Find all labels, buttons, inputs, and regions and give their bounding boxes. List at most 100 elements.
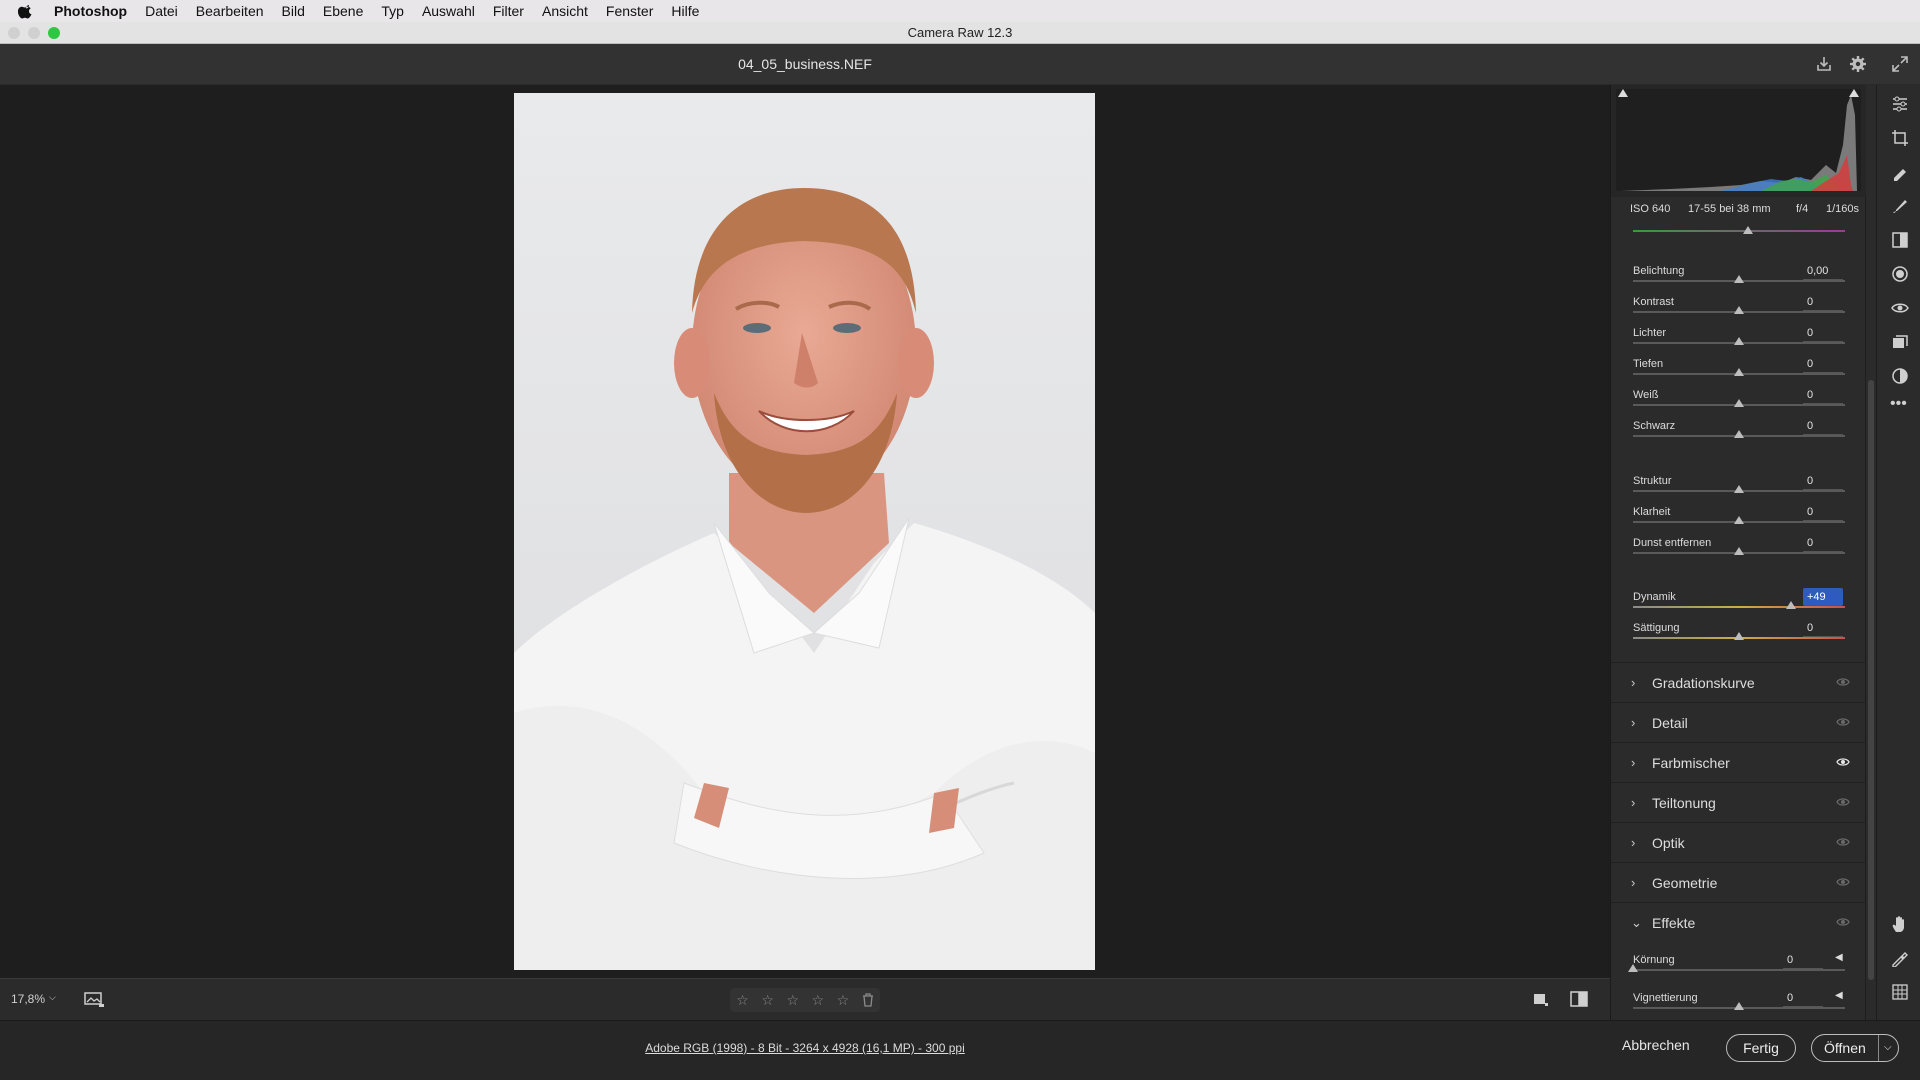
- chevron-right-icon[interactable]: ›: [1631, 675, 1635, 690]
- slider-value-input[interactable]: 0: [1803, 472, 1843, 490]
- section-title[interactable]: Teiltonung: [1652, 795, 1716, 811]
- star-icon[interactable]: ☆: [786, 992, 799, 1009]
- filmstrip-toggle-icon[interactable]: [84, 991, 106, 1009]
- chevron-down-icon[interactable]: ⌄: [1631, 915, 1642, 931]
- slider-value-input[interactable]: 0,00: [1803, 262, 1843, 280]
- section-title[interactable]: Effekte: [1652, 915, 1695, 931]
- eye-icon[interactable]: [1836, 877, 1850, 887]
- section-title[interactable]: Optik: [1652, 835, 1685, 851]
- slider-value-input[interactable]: 0: [1803, 503, 1843, 521]
- slider-value-input[interactable]: 0: [1803, 355, 1843, 373]
- star-icon[interactable]: ☆: [837, 992, 850, 1009]
- eye-icon[interactable]: [1836, 917, 1850, 927]
- slider-thumb[interactable]: [1734, 430, 1744, 438]
- section-title[interactable]: Farbmischer: [1652, 755, 1730, 771]
- chevron-right-icon[interactable]: ›: [1631, 835, 1635, 850]
- slider-thumb[interactable]: [1785, 601, 1796, 609]
- grid-overlay-icon[interactable]: [1891, 983, 1909, 1001]
- star-icon[interactable]: ☆: [736, 992, 749, 1009]
- edit-panel[interactable]: ISO 640 17-55 bei 38 mm f/4 1/160s Belic…: [1610, 85, 1866, 1020]
- zoom-window-button[interactable]: [48, 27, 60, 39]
- gear-icon[interactable]: [1848, 54, 1868, 74]
- slider-value-input[interactable]: 0: [1783, 989, 1823, 1007]
- close-window-button[interactable]: [8, 27, 20, 39]
- section-gradationskurve[interactable]: › Gradationskurve: [1611, 662, 1866, 702]
- menu-bearbeiten[interactable]: Bearbeiten: [196, 3, 264, 19]
- eye-icon[interactable]: [1836, 837, 1850, 847]
- tint-slider-thumb[interactable]: [1743, 226, 1753, 234]
- rating-stars[interactable]: ☆ ☆ ☆ ☆ ☆: [730, 988, 880, 1012]
- menu-auswahl[interactable]: Auswahl: [422, 3, 475, 19]
- eye-icon[interactable]: [1836, 797, 1850, 807]
- star-icon[interactable]: ☆: [812, 992, 825, 1009]
- menu-hilfe[interactable]: Hilfe: [671, 3, 699, 19]
- section-title[interactable]: Geometrie: [1652, 875, 1717, 891]
- section-effekte[interactable]: ⌄ Effekte: [1611, 902, 1866, 942]
- menu-fenster[interactable]: Fenster: [606, 3, 653, 19]
- tint-slider-track[interactable]: [1633, 230, 1845, 232]
- image-preview-area[interactable]: [0, 85, 1610, 978]
- crop-icon[interactable]: [1891, 129, 1909, 147]
- section-geometrie[interactable]: › Geometrie: [1611, 862, 1866, 902]
- graduated-filter-icon[interactable]: [1891, 231, 1909, 249]
- trash-icon[interactable]: [862, 993, 874, 1007]
- cancel-button[interactable]: Abbrechen: [1622, 1037, 1690, 1053]
- done-button[interactable]: Fertig: [1726, 1034, 1796, 1062]
- slider-value-input[interactable]: 0: [1803, 386, 1843, 404]
- eye-icon[interactable]: [1836, 717, 1850, 727]
- scrollbar-thumb[interactable]: [1868, 380, 1874, 980]
- section-title[interactable]: Detail: [1652, 715, 1688, 731]
- menu-ebene[interactable]: Ebene: [323, 3, 363, 19]
- eye-icon[interactable]: [1836, 677, 1850, 687]
- menu-app-photoshop[interactable]: Photoshop: [54, 3, 127, 19]
- red-eye-icon[interactable]: [1891, 299, 1909, 317]
- save-icon[interactable]: [1814, 54, 1834, 74]
- eye-icon[interactable]: [1836, 757, 1850, 767]
- slider-value-input[interactable]: 0: [1803, 417, 1843, 435]
- workflow-options-link[interactable]: Adobe RGB (1998) - 8 Bit - 3264 x 4928 (…: [0, 1041, 1610, 1055]
- slider-value-input[interactable]: 0: [1803, 324, 1843, 342]
- section-farbmischer[interactable]: › Farbmischer: [1611, 742, 1866, 782]
- slider-thumb[interactable]: [1734, 306, 1744, 314]
- slider-thumb[interactable]: [1734, 547, 1744, 555]
- slider-track[interactable]: [1633, 606, 1845, 608]
- slider-thumb[interactable]: [1734, 516, 1744, 524]
- open-button[interactable]: Öffnen ⌵: [1811, 1034, 1899, 1062]
- slider-thumb[interactable]: [1734, 368, 1744, 376]
- section-title[interactable]: Gradationskurve: [1652, 675, 1755, 691]
- section-teiltonung[interactable]: › Teiltonung: [1611, 782, 1866, 822]
- hand-tool-icon[interactable]: [1891, 915, 1909, 933]
- menu-filter[interactable]: Filter: [493, 3, 524, 19]
- slider-thumb[interactable]: [1734, 337, 1744, 345]
- slider-value-input[interactable]: 0: [1783, 951, 1823, 969]
- slider-thumb[interactable]: [1734, 1002, 1744, 1010]
- section-optik[interactable]: › Optik: [1611, 822, 1866, 862]
- presets-icon[interactable]: [1891, 367, 1909, 385]
- slider-thumb[interactable]: [1734, 632, 1744, 640]
- radial-filter-icon[interactable]: [1891, 265, 1909, 283]
- slider-thumb[interactable]: [1734, 485, 1744, 493]
- color-sampler-icon[interactable]: [1891, 949, 1909, 967]
- fullscreen-icon[interactable]: [1890, 54, 1910, 74]
- menu-bild[interactable]: Bild: [282, 3, 305, 19]
- apple-logo-icon[interactable]: [18, 3, 34, 19]
- chevron-down-icon[interactable]: ⌵: [1878, 1035, 1892, 1061]
- brush-icon[interactable]: [1891, 197, 1909, 215]
- single-view-icon[interactable]: [1532, 991, 1548, 1007]
- expand-triangle-icon[interactable]: ◀: [1835, 990, 1843, 1001]
- chevron-right-icon[interactable]: ›: [1631, 795, 1635, 810]
- adjust-sliders-icon[interactable]: [1891, 95, 1909, 113]
- panel-scrollbar[interactable]: [1866, 85, 1876, 1020]
- slider-thumb[interactable]: [1734, 399, 1744, 407]
- chevron-right-icon[interactable]: ›: [1631, 755, 1635, 770]
- more-options-icon[interactable]: •••: [1890, 395, 1907, 413]
- expand-triangle-icon[interactable]: ◀: [1835, 952, 1843, 963]
- star-icon[interactable]: ☆: [761, 992, 774, 1009]
- menu-typ[interactable]: Typ: [381, 3, 404, 19]
- zoom-level[interactable]: 17,8%: [11, 992, 45, 1006]
- chevron-right-icon[interactable]: ›: [1631, 715, 1635, 730]
- before-after-view-icon[interactable]: [1570, 991, 1588, 1007]
- minimize-window-button[interactable]: [28, 27, 40, 39]
- slider-thumb[interactable]: [1734, 275, 1744, 283]
- slider-value-input[interactable]: 0: [1803, 619, 1843, 637]
